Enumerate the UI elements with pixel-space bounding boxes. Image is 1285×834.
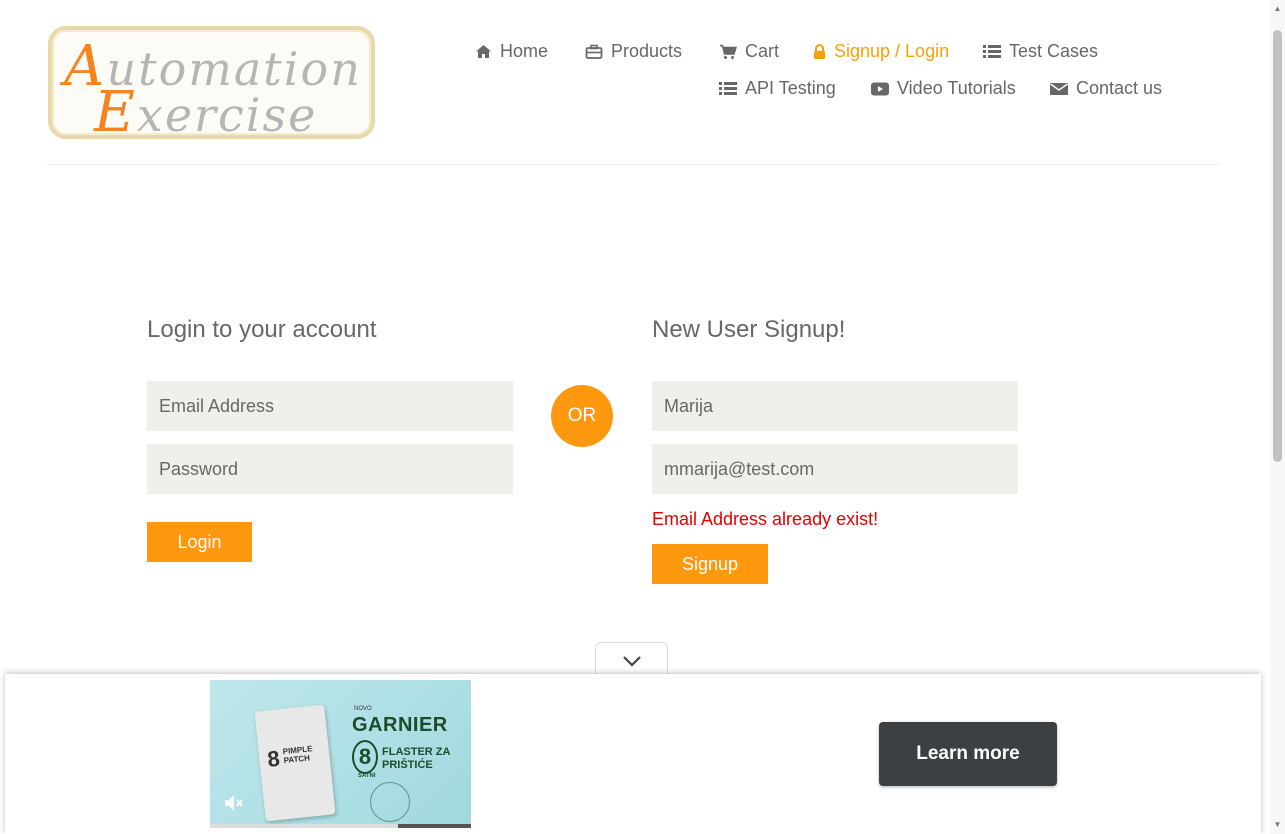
nav-cart-label: Cart <box>745 41 780 61</box>
learn-more-button[interactable]: Learn more <box>879 722 1057 786</box>
ad-pack-text: PIMPLE PATCH <box>282 744 313 766</box>
ad-banner: 8 PIMPLE PATCH NOVO GARNIER 8 SATNI FLAST… <box>5 674 1261 834</box>
ad-brand: GARNIER <box>352 714 448 736</box>
page-scrollbar[interactable]: ▲ ▼ <box>1270 0 1285 834</box>
nav-products[interactable]: Products <box>585 41 682 62</box>
ad-progress-fill <box>210 824 398 828</box>
header-divider <box>45 164 1220 165</box>
lock-icon <box>814 43 825 59</box>
mute-icon[interactable] <box>222 792 244 814</box>
ad-seal-icon <box>370 782 410 822</box>
nav-video-tutorials[interactable]: Video Tutorials <box>871 78 1016 99</box>
ad-collapse-button[interactable] <box>595 642 668 678</box>
nav-api-testing[interactable]: API Testing <box>719 78 836 99</box>
nav-api-testing-label: API Testing <box>745 78 836 98</box>
ad-novo-label: NOVO <box>354 706 372 712</box>
youtube-play-icon <box>871 82 889 95</box>
nav-contact-us-label: Contact us <box>1076 78 1163 98</box>
nav-signup-login-label: Signup / Login <box>834 41 950 61</box>
signup-button[interactable]: Signup <box>652 544 768 584</box>
or-separator: OR <box>551 385 613 447</box>
nav-signup-login[interactable]: Signup / Login <box>813 41 949 62</box>
login-email-input[interactable] <box>147 381 513 431</box>
ad-sub-label: SATNI <box>358 773 376 779</box>
login-password-input[interactable] <box>147 444 513 494</box>
login-title: Login to your account <box>147 316 377 343</box>
ad-product-pack: 8 PIMPLE PATCH <box>254 704 336 822</box>
ad-big-number: 8 <box>352 740 378 774</box>
signup-email-input[interactable] <box>652 444 1018 494</box>
nav-home[interactable]: Home <box>475 41 548 62</box>
logo-line-2: Exercise <box>94 80 318 145</box>
nav-cart[interactable]: Cart <box>719 41 779 62</box>
nav-test-cases-label: Test Cases <box>1009 41 1099 61</box>
ad-pack-number: 8 <box>266 745 281 772</box>
list-icon <box>983 45 1001 58</box>
cart-icon <box>720 44 737 59</box>
signup-title: New User Signup! <box>652 316 846 343</box>
login-button[interactable]: Login <box>147 522 252 562</box>
nav-contact-us[interactable]: Contact us <box>1050 78 1162 99</box>
nav-video-tutorials-label: Video Tutorials <box>897 78 1016 98</box>
home-icon <box>476 45 491 58</box>
ad-progress-bar <box>210 824 471 828</box>
chevron-down-icon <box>622 655 641 667</box>
scrollbar-thumb[interactable] <box>1273 30 1282 462</box>
signup-name-input[interactable] <box>652 381 1018 431</box>
ad-headline: FLASTER ZA PRIŠTIĆE <box>382 746 451 771</box>
nav-products-label: Products <box>611 41 683 61</box>
envelope-icon <box>1050 82 1068 95</box>
scroll-down-arrow-icon[interactable]: ▼ <box>1273 820 1282 830</box>
briefcase-icon <box>585 44 603 59</box>
nav-test-cases[interactable]: Test Cases <box>983 41 1098 62</box>
scroll-up-arrow-icon[interactable]: ▲ <box>1273 4 1282 14</box>
nav-home-label: Home <box>500 41 549 61</box>
signup-error-message: Email Address already exist! <box>652 509 879 529</box>
site-logo[interactable]: Automation Exercise <box>48 26 375 145</box>
list-icon <box>719 82 737 95</box>
ad-video[interactable]: 8 PIMPLE PATCH NOVO GARNIER 8 SATNI FLAST… <box>210 680 471 828</box>
